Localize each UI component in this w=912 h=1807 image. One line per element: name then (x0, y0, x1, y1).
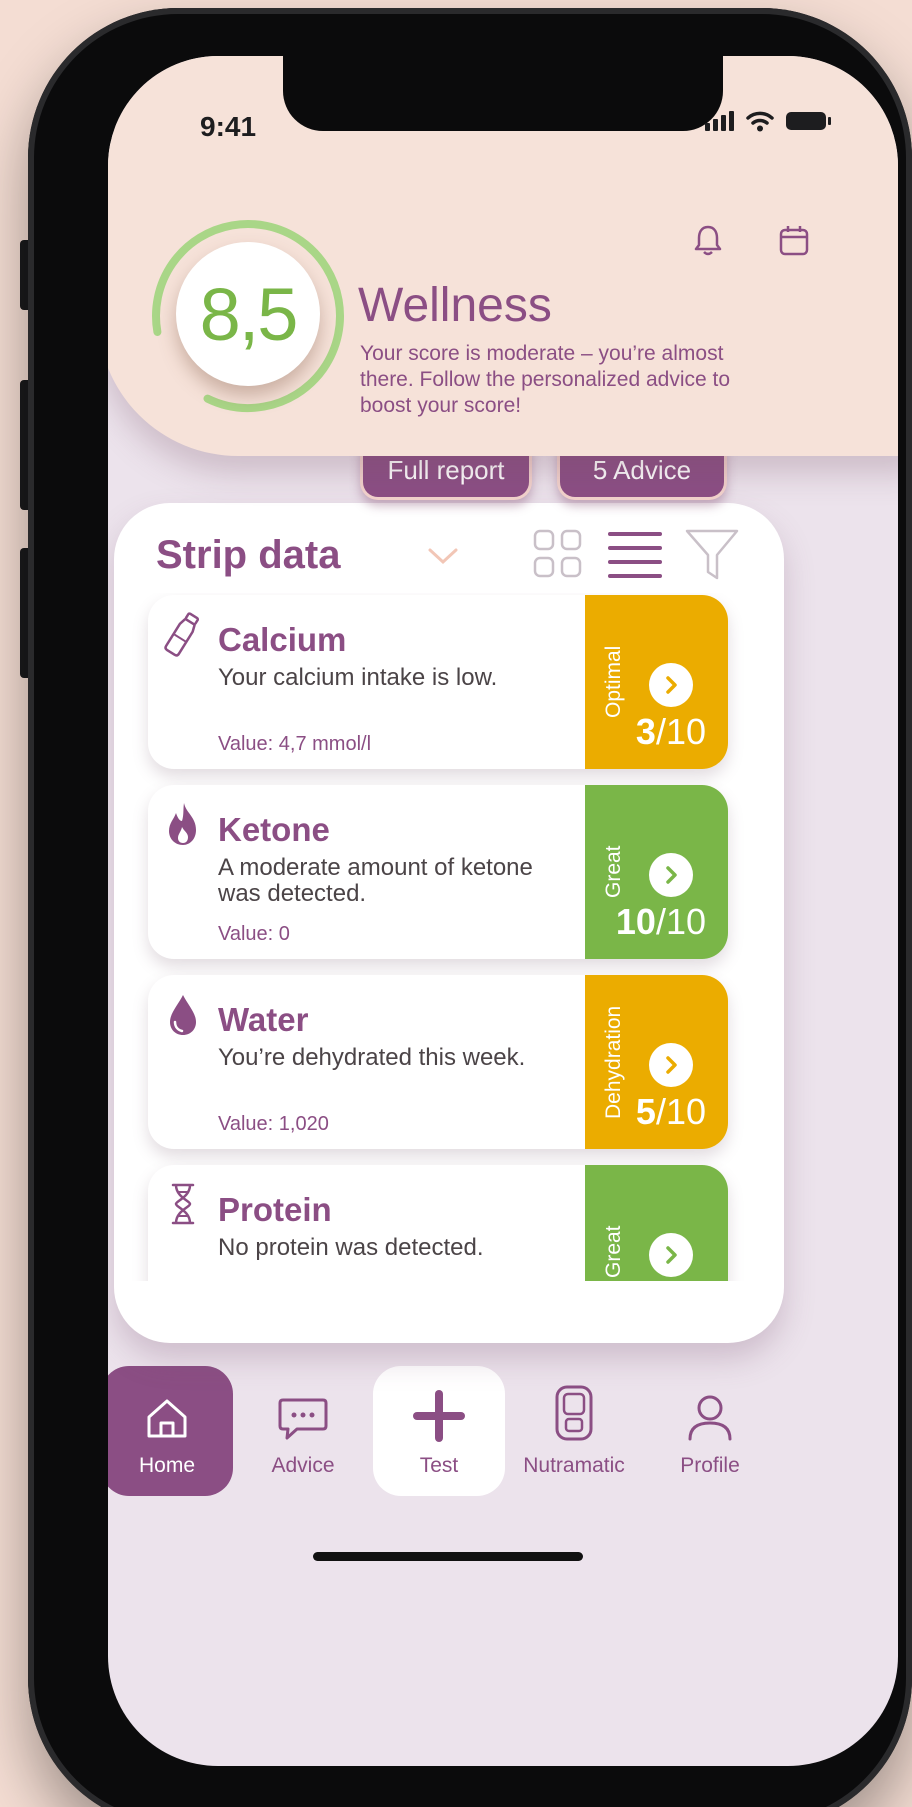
status-icons (705, 110, 831, 132)
device-icon (555, 1385, 593, 1441)
wifi-icon (746, 111, 774, 132)
tab-bar: Home Advice Test Nutramatic Profile (108, 1366, 898, 1546)
strip-card-calcium[interactable]: Calcium Your calcium intake is low. Valu… (148, 595, 728, 769)
list-view-icon[interactable] (607, 529, 663, 581)
signal-icon (705, 111, 734, 131)
card-description: A moderate amount of ketone was detected… (218, 854, 533, 907)
wellness-title: Wellness (358, 279, 552, 332)
tab-profile[interactable]: Profile (644, 1366, 776, 1496)
tab-label: Nutramatic (523, 1454, 625, 1477)
grid-view-icon[interactable] (532, 528, 584, 580)
user-icon (688, 1395, 732, 1441)
card-value: Value: 0 (218, 923, 290, 945)
tab-test[interactable]: Test (373, 1366, 505, 1496)
strip-card-protein[interactable]: Protein No protein was detected. Great (148, 1165, 728, 1281)
tab-label: Profile (680, 1454, 740, 1477)
app-screen: 9:41 8,5 Wellness Your score is moderate… (108, 56, 898, 1766)
status-label: Optimal (602, 645, 625, 719)
card-title: Protein (218, 1191, 332, 1228)
tab-advice[interactable]: Advice (237, 1366, 369, 1496)
score-value: 5/10 (635, 1091, 706, 1132)
plus-icon (413, 1390, 465, 1442)
chevron-down-icon[interactable] (426, 545, 460, 567)
status-time: 9:41 (200, 111, 257, 142)
dna-icon (171, 1183, 195, 1225)
card-value: Value: 1,020 (218, 1113, 329, 1135)
chevron-right-icon[interactable] (649, 853, 693, 897)
tab-label: Advice (271, 1454, 335, 1477)
card-description: Your calcium intake is low. (218, 664, 498, 691)
strip-card-ketone[interactable]: Ketone A moderate amount of ketone was d… (148, 785, 728, 959)
chevron-right-icon[interactable] (649, 1043, 693, 1087)
wellness-score: 8,5 (176, 242, 320, 386)
score-value: 10/10 (615, 901, 706, 942)
chat-icon (278, 1398, 328, 1440)
strip-card-water[interactable]: Water You’re dehydrated this week. Value… (148, 975, 728, 1149)
status-label: Dehydration (602, 1005, 625, 1119)
flame-icon (169, 803, 196, 845)
score-value: 3/10 (635, 711, 706, 752)
bottle-icon (164, 612, 200, 657)
strip-data-title: Strip data (156, 533, 341, 577)
tab-nutramatic[interactable]: Nutramatic (508, 1366, 640, 1496)
wellness-description: Your score is moderate – you’re almost t… (360, 342, 731, 417)
strip-data-panel: Strip data Calcium Your calcium intake i… (114, 503, 784, 1343)
chevron-right-icon[interactable] (649, 1233, 693, 1277)
tab-label: Home (138, 1454, 196, 1477)
tab-label: Test (419, 1454, 459, 1477)
card-status-panel[interactable]: Dehydration 5/10 (585, 975, 728, 1149)
filter-icon[interactable] (684, 528, 740, 582)
drop-icon (170, 995, 196, 1035)
card-description: You’re dehydrated this week. (218, 1044, 526, 1071)
bell-icon[interactable] (688, 221, 728, 261)
status-label: Great (602, 1225, 625, 1279)
strip-data-list: Calcium Your calcium intake is low. Valu… (114, 593, 784, 1281)
card-description: No protein was detected. (218, 1234, 484, 1261)
card-value: Value: 4,7 mmol/l (218, 733, 372, 755)
home-icon (147, 1399, 187, 1438)
card-status-panel[interactable]: Great (585, 1165, 728, 1281)
tab-home[interactable]: Home (108, 1366, 233, 1496)
battery-icon (786, 112, 831, 130)
card-status-panel[interactable]: Optimal 3/10 (585, 595, 728, 769)
chevron-right-icon[interactable] (649, 663, 693, 707)
status-bar: 9:41 (108, 56, 898, 146)
calendar-icon[interactable] (774, 221, 814, 261)
card-status-panel[interactable]: Great 10/10 (585, 785, 728, 959)
card-title: Calcium (218, 621, 347, 658)
phone-frame: 9:41 8,5 Wellness Your score is moderate… (28, 8, 912, 1807)
home-indicator (313, 1552, 583, 1561)
card-title: Water (218, 1001, 309, 1038)
card-title: Ketone (218, 811, 330, 848)
